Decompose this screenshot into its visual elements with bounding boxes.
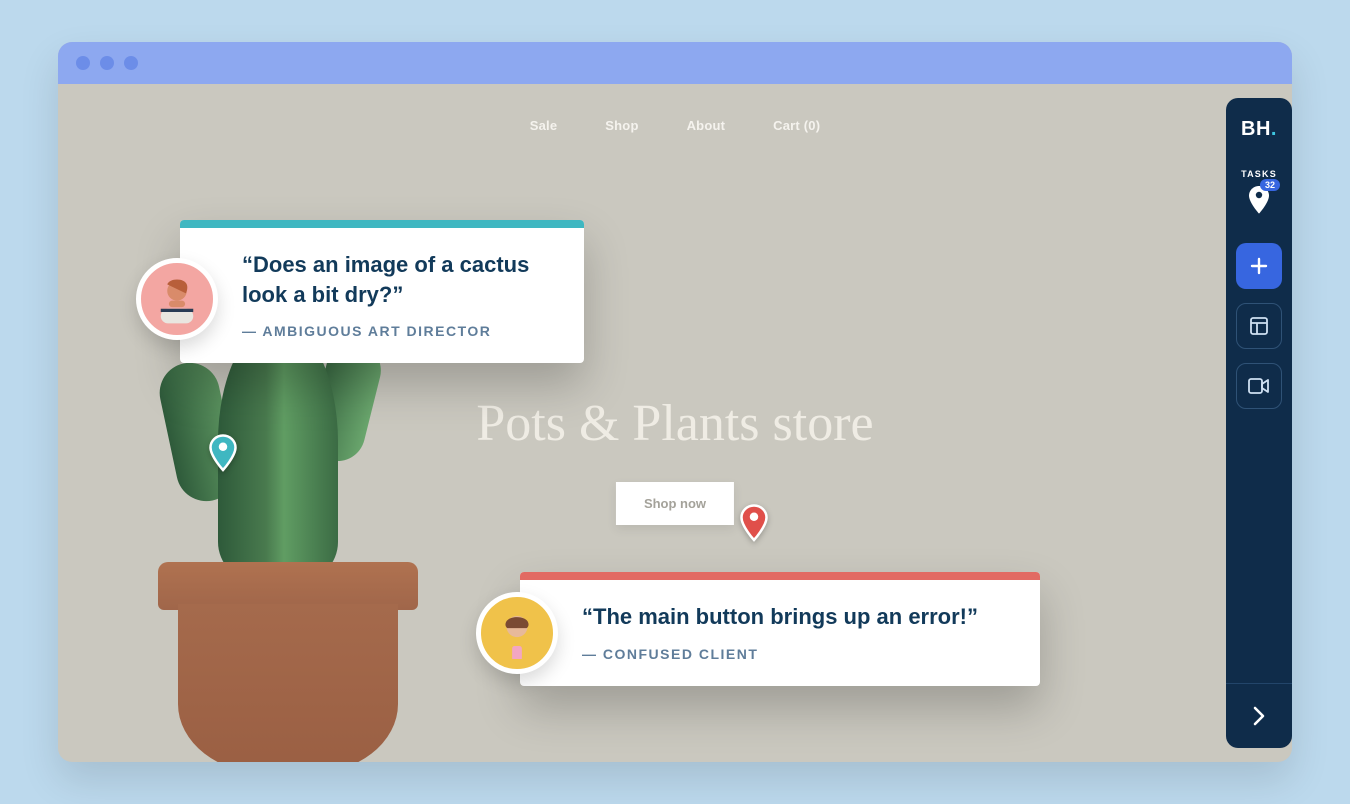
tasks-pin-icon[interactable]: 32 [1246, 185, 1272, 215]
window-control-close[interactable] [76, 56, 90, 70]
window-control-minimize[interactable] [100, 56, 114, 70]
task-count-badge: 32 [1260, 179, 1280, 191]
card-accent-bar [520, 572, 1040, 580]
avatar-art-director [136, 258, 218, 340]
tool-logo[interactable]: BH. [1241, 118, 1277, 141]
avatar-client [476, 592, 558, 674]
hero-title: Pots & Plants store [58, 394, 1292, 453]
feedback-pin-teal[interactable] [208, 434, 238, 472]
video-icon [1248, 378, 1270, 394]
nav-link-sale[interactable]: Sale [530, 118, 558, 133]
feedback-quote: “Does an image of a cactus look a bit dr… [242, 250, 556, 309]
layout-icon [1249, 316, 1269, 336]
card-accent-bar [180, 220, 584, 228]
window-control-zoom[interactable] [124, 56, 138, 70]
window-titlebar [58, 42, 1292, 84]
record-video-button[interactable] [1236, 363, 1282, 409]
feedback-quote: “The main button brings up an error!” [582, 602, 1012, 632]
chevron-right-icon [1252, 705, 1266, 727]
tasks-label: TASKS [1241, 169, 1277, 179]
layout-view-button[interactable] [1236, 303, 1282, 349]
nav-link-about[interactable]: About [687, 118, 726, 133]
site-nav: Sale Shop About Cart (0) [58, 118, 1292, 133]
feedback-tool-sidebar: BH. TASKS 32 [1226, 98, 1292, 748]
plus-icon [1249, 256, 1269, 276]
feedback-card-art-director[interactable]: “Does an image of a cactus look a bit dr… [180, 220, 584, 363]
browser-window: Sale Shop About Cart (0) Pots & Plants s… [58, 42, 1292, 762]
expand-sidebar-button[interactable] [1226, 684, 1292, 748]
feedback-attribution: — AMBIGUOUS ART DIRECTOR [242, 323, 556, 339]
website-viewport: Sale Shop About Cart (0) Pots & Plants s… [58, 84, 1292, 762]
nav-link-shop[interactable]: Shop [605, 118, 638, 133]
feedback-pin-red[interactable] [739, 504, 769, 542]
shop-now-button[interactable]: Shop now [616, 482, 734, 525]
add-task-button[interactable] [1236, 243, 1282, 289]
nav-link-cart[interactable]: Cart (0) [773, 118, 820, 133]
feedback-card-client[interactable]: “The main button brings up an error!” — … [520, 572, 1040, 686]
feedback-attribution: — CONFUSED CLIENT [582, 646, 1012, 662]
